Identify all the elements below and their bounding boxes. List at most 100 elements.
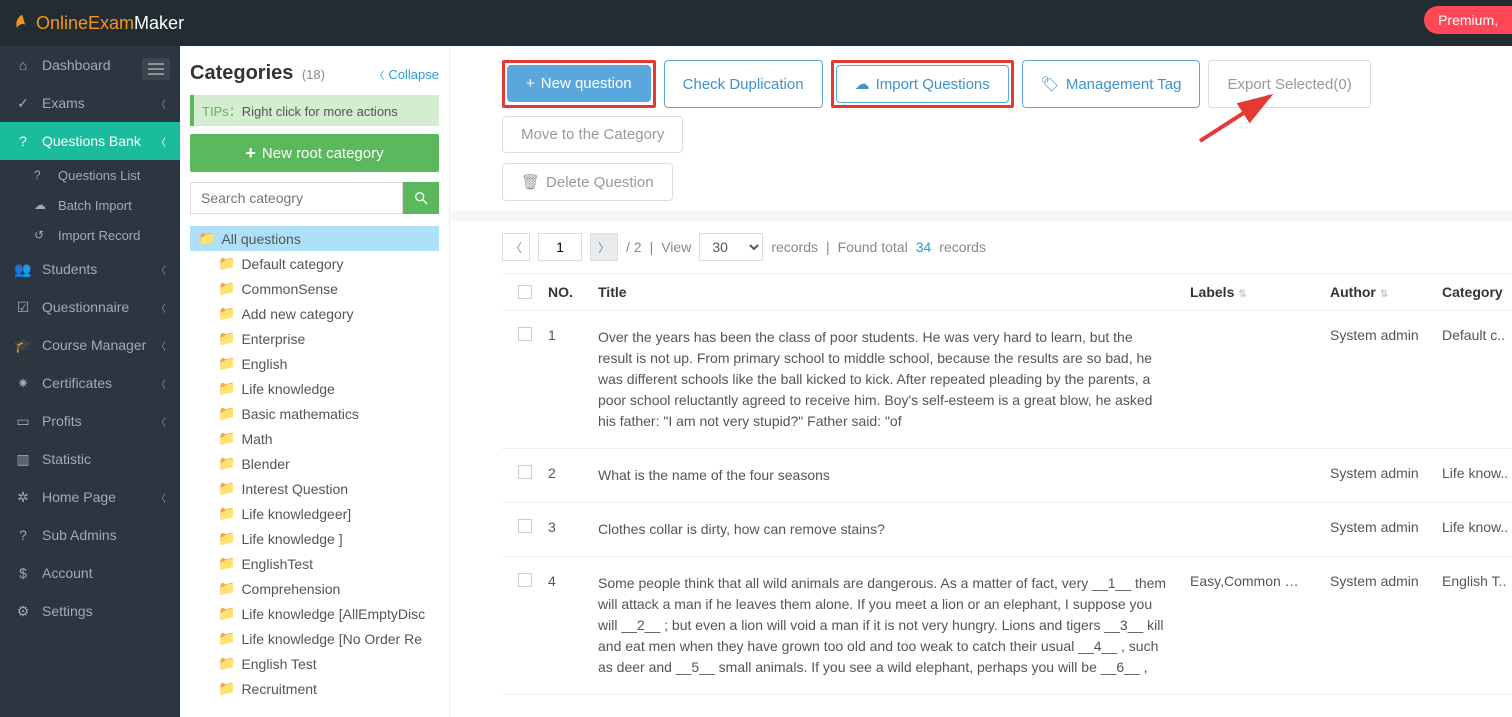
category-node[interactable]: 📁Life knowledge ] (190, 526, 439, 551)
management-tag-button[interactable]: 🏷 Management Tag (1022, 60, 1201, 108)
row-checkbox[interactable] (518, 327, 532, 341)
sidebar-item-certificates[interactable]: ✷ Certificates 〈 (0, 364, 180, 402)
sidebar-item-account[interactable]: $ Account (0, 554, 180, 592)
sidebar-sub-import-record[interactable]: ↺ Import Record (0, 220, 180, 250)
row-checkbox[interactable] (518, 465, 532, 479)
category-node[interactable]: 📁Math (190, 426, 439, 451)
table-header: NO. Title Labels⇅ Author⇅ Category (502, 274, 1512, 311)
row-title: Clothes collar is dirty, how can remove … (598, 519, 1190, 540)
category-node[interactable]: 📁Basic mathematics (190, 401, 439, 426)
collapse-link[interactable]: 〈 Collapse (374, 67, 439, 82)
sidebar-item-questions-bank[interactable]: ? Questions Bank 〈 (0, 122, 180, 160)
move-to-category-button[interactable]: Move to the Category (502, 116, 683, 153)
sidebar-item-label: Exams (42, 95, 85, 111)
category-label: Comprehension (241, 581, 340, 597)
sidebar-item-settings[interactable]: ⚙ Settings (0, 592, 180, 630)
sidebar-item-course-manager[interactable]: 🎓 Course Manager 〈 (0, 326, 180, 364)
check-duplication-button[interactable]: Check Duplication (664, 60, 823, 108)
category-node[interactable]: 📁Comprehension (190, 576, 439, 601)
per-page-select[interactable]: 30 (699, 233, 763, 261)
main-content: + New question Check Duplication ☁ Impor… (450, 46, 1512, 717)
new-root-category-button[interactable]: + New root category (190, 134, 439, 172)
sidebar-item-home-page[interactable]: ✲ Home Page 〈 (0, 478, 180, 516)
tag-icon: 🏷 (1041, 75, 1060, 93)
question-icon: ? (14, 133, 32, 149)
pagination-row: 〈 〉 / 2 | View 30 records | Found total … (450, 221, 1512, 273)
logo-text-1: OnlineExam (36, 13, 134, 34)
folder-icon: 📁 (218, 430, 235, 447)
admin-icon: ? (14, 527, 32, 543)
separator: | (650, 239, 654, 255)
search-category-input[interactable] (190, 182, 403, 214)
category-node[interactable]: 📁Life knowledge [No Order Re (190, 626, 439, 651)
header-author[interactable]: Author⇅ (1330, 284, 1442, 300)
row-checkbox[interactable] (518, 519, 532, 533)
category-node[interactable]: 📁EnglishTest (190, 551, 439, 576)
sidebar-item-dashboard[interactable]: ⌂ Dashboard (0, 46, 180, 84)
sidebar-item-statistic[interactable]: ▥ Statistic (0, 440, 180, 478)
check-circle-icon: ✓ (14, 95, 32, 112)
category-label: Life knowledgeer] (241, 506, 351, 522)
page-number-input[interactable] (538, 233, 582, 261)
prev-page-button[interactable]: 〈 (502, 233, 530, 261)
sidebar-item-profits[interactable]: ▭ Profits 〈 (0, 402, 180, 440)
select-all-checkbox[interactable] (518, 285, 532, 299)
search-category-button[interactable] (403, 182, 439, 214)
gear-icon: ✲ (14, 489, 32, 506)
sidebar-item-label: Profits (42, 413, 82, 429)
category-node[interactable]: 📁 Default category (190, 251, 439, 276)
sidebar-item-students[interactable]: 👥 Students 〈 (0, 250, 180, 288)
category-node[interactable]: 📁Interest Question (190, 476, 439, 501)
row-category: English T.. (1442, 573, 1512, 678)
found-count: 34 (916, 239, 932, 255)
category-node[interactable]: 📁Life knowledge [AllEmptyDisc (190, 601, 439, 626)
chevron-left-icon: 〈 (156, 338, 166, 353)
premium-button[interactable]: Premium, (1424, 6, 1512, 34)
table-row[interactable]: 3 Clothes collar is dirty, how can remov… (502, 503, 1512, 557)
tips-bar: TIPs：Right click for more actions (190, 95, 439, 126)
header-labels[interactable]: Labels⇅ (1190, 284, 1330, 300)
certificate-icon: ✷ (14, 375, 32, 392)
question-list-icon: ? (34, 168, 50, 182)
category-label: Default category (241, 256, 343, 272)
row-category: Life know.. (1442, 519, 1512, 540)
sidebar-item-questionnaire[interactable]: ☑ Questionnaire 〈 (0, 288, 180, 326)
table-row[interactable]: 4 Some people think that all wild animal… (502, 557, 1512, 695)
category-label: Blender (241, 456, 289, 472)
sidebar-item-exams[interactable]: ✓ Exams 〈 (0, 84, 180, 122)
row-category: Life know.. (1442, 465, 1512, 486)
category-node[interactable]: 📁CommonSense (190, 276, 439, 301)
category-node[interactable]: 📁English (190, 351, 439, 376)
sidebar-item-sub-admins[interactable]: ? Sub Admins (0, 516, 180, 554)
next-page-button[interactable]: 〉 (590, 233, 618, 261)
folder-icon: 📁 (218, 555, 235, 572)
folder-icon: 📁 (218, 480, 235, 497)
table-row[interactable]: 2 What is the name of the four seasons S… (502, 449, 1512, 503)
sidebar-sub-batch-import[interactable]: ☁ Batch Import (0, 190, 180, 220)
graduation-icon: 🎓 (14, 337, 32, 354)
delete-question-button[interactable]: 🗑 Delete Question (502, 163, 673, 201)
found-suffix-label: records (939, 239, 986, 255)
table-row[interactable]: 1 Over the years has been the class of p… (502, 311, 1512, 449)
sidebar-sub-questions-list[interactable]: ? Questions List (0, 160, 180, 190)
category-node[interactable]: 📁Enterprise (190, 326, 439, 351)
category-node[interactable]: 📁English Test (190, 651, 439, 676)
category-node[interactable]: 📁Recruitment (190, 676, 439, 701)
logo[interactable]: OnlineExam Maker (12, 13, 184, 34)
import-questions-button[interactable]: ☁ Import Questions (836, 65, 1009, 103)
category-node[interactable]: 📁Life knowledgeer] (190, 501, 439, 526)
export-selected-button[interactable]: Export Selected(0) (1208, 60, 1370, 108)
history-icon: ↺ (34, 228, 50, 242)
row-labels: Easy,Common … (1190, 573, 1330, 678)
section-divider (450, 211, 1512, 221)
sidebar-item-label: Statistic (42, 451, 91, 467)
row-checkbox[interactable] (518, 573, 532, 587)
categories-title: Categories (190, 62, 293, 84)
category-node[interactable]: 📁Blender (190, 451, 439, 476)
folder-icon: 📁 (218, 255, 235, 272)
category-node-all-questions[interactable]: 📁All questions (190, 226, 439, 251)
new-question-button[interactable]: + New question (507, 65, 651, 102)
folder-icon: 📁 (218, 380, 235, 397)
category-node[interactable]: 📁Add new category (190, 301, 439, 326)
category-node[interactable]: 📁Life knowledge (190, 376, 439, 401)
